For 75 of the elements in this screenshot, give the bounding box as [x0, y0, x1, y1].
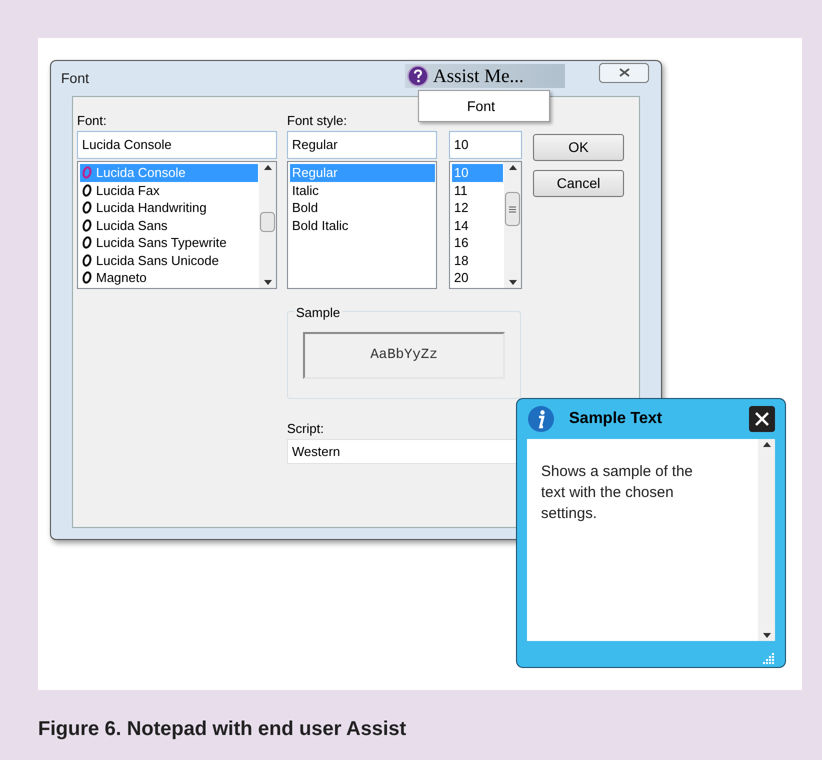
dialog-button[interactable]: OK: [533, 134, 624, 161]
font-style-input-field[interactable]: Regular: [287, 131, 437, 159]
item-label: Lucida Console: [96, 164, 186, 182]
assist-button[interactable]: Assist Me...: [405, 64, 565, 88]
list-item[interactable]: 16: [452, 234, 503, 252]
list-item[interactable]: 20: [452, 269, 503, 286]
popup-text: Shows a sample of the text with the chosen settings.: [540, 462, 694, 524]
scroll-thumb[interactable]: [260, 212, 275, 232]
resize-grip-icon[interactable]: [763, 653, 775, 665]
scroll-down-icon[interactable]: [264, 280, 272, 285]
font-label: Font:: [77, 112, 108, 130]
scroll-up-icon[interactable]: [762, 442, 770, 447]
item-label: Magneto: [96, 269, 147, 286]
list-item[interactable]: 14: [452, 216, 503, 234]
figure-caption: Figure 6. Notepad with end user Assist: [38, 717, 408, 742]
scroll-down-icon[interactable]: [508, 280, 516, 285]
info-icon: [527, 405, 555, 433]
font-input-field[interactable]: Lucida Console: [77, 131, 277, 159]
item-label: Lucida Sans: [96, 216, 168, 234]
close-button[interactable]: [599, 62, 649, 82]
item-label: Bold: [292, 199, 318, 216]
dialog-button[interactable]: Cancel: [533, 170, 624, 197]
item-label: 16: [454, 234, 468, 252]
item-label: 11: [454, 182, 468, 199]
size-input-field[interactable]: 10: [449, 131, 522, 159]
assist-label: Assist Me...: [433, 66, 524, 86]
list-item[interactable]: Bold: [290, 199, 435, 216]
script-label: Script:: [287, 420, 325, 438]
item-label: Lucida Sans Typewrite: [96, 234, 227, 252]
font-type-icon: [82, 218, 92, 232]
scroll-up-icon[interactable]: [264, 165, 272, 170]
item-label: Lucida Sans Unicode: [96, 252, 219, 269]
font-type-icon: [82, 201, 92, 214]
list-item[interactable]: Italic: [290, 182, 435, 199]
scrollbar[interactable]: [259, 162, 276, 288]
list-item[interactable]: Lucida Sans Typewrite: [80, 234, 258, 252]
item-label: Regular: [292, 164, 338, 182]
list-item[interactable]: Lucida Sans Unicode: [80, 252, 258, 269]
font-style-label: Font style:: [287, 112, 348, 130]
help-icon: [407, 65, 429, 87]
list-item[interactable]: 12: [452, 199, 503, 216]
item-label: 18: [454, 252, 468, 269]
item-label: 14: [454, 216, 468, 234]
item-label: Italic: [292, 182, 319, 199]
window-title: Font: [61, 69, 90, 88]
list-item[interactable]: 11: [452, 182, 503, 199]
list-item[interactable]: Bold Italic: [290, 216, 435, 234]
font-type-icon: [82, 166, 92, 180]
item-label: 20: [454, 269, 468, 286]
sample-preview: AaBbYyZz: [303, 332, 505, 379]
close-icon: [618, 68, 630, 77]
list-item[interactable]: Lucida Handwriting: [80, 199, 258, 216]
item-label: Lucida Fax: [96, 182, 160, 199]
list-item[interactable]: 18: [452, 252, 503, 269]
item-label: Lucida Handwriting: [96, 199, 207, 216]
item-label: 12: [454, 199, 468, 216]
item-label: 10: [454, 164, 468, 182]
popup-title: Sample Text: [569, 409, 664, 429]
font-type-icon: [82, 271, 92, 284]
font-type-icon: [82, 184, 92, 197]
list-item[interactable]: Lucida Sans: [80, 216, 258, 234]
item-label: Bold Italic: [292, 216, 348, 234]
font-type-icon: [82, 254, 92, 267]
scrollbar[interactable]: [758, 439, 775, 641]
close-button[interactable]: [749, 406, 775, 432]
scrollbar[interactable]: [504, 162, 521, 288]
scroll-up-icon[interactable]: [508, 165, 516, 170]
assist-menu-item[interactable]: Font: [419, 96, 549, 116]
grip-icon: [509, 206, 516, 212]
font-type-icon: [82, 236, 92, 250]
list-item[interactable]: Magneto: [80, 269, 258, 286]
scroll-thumb[interactable]: [505, 192, 520, 226]
scroll-down-icon[interactable]: [762, 633, 770, 638]
close-icon: [755, 412, 769, 426]
list-item[interactable]: Lucida Fax: [80, 182, 258, 199]
